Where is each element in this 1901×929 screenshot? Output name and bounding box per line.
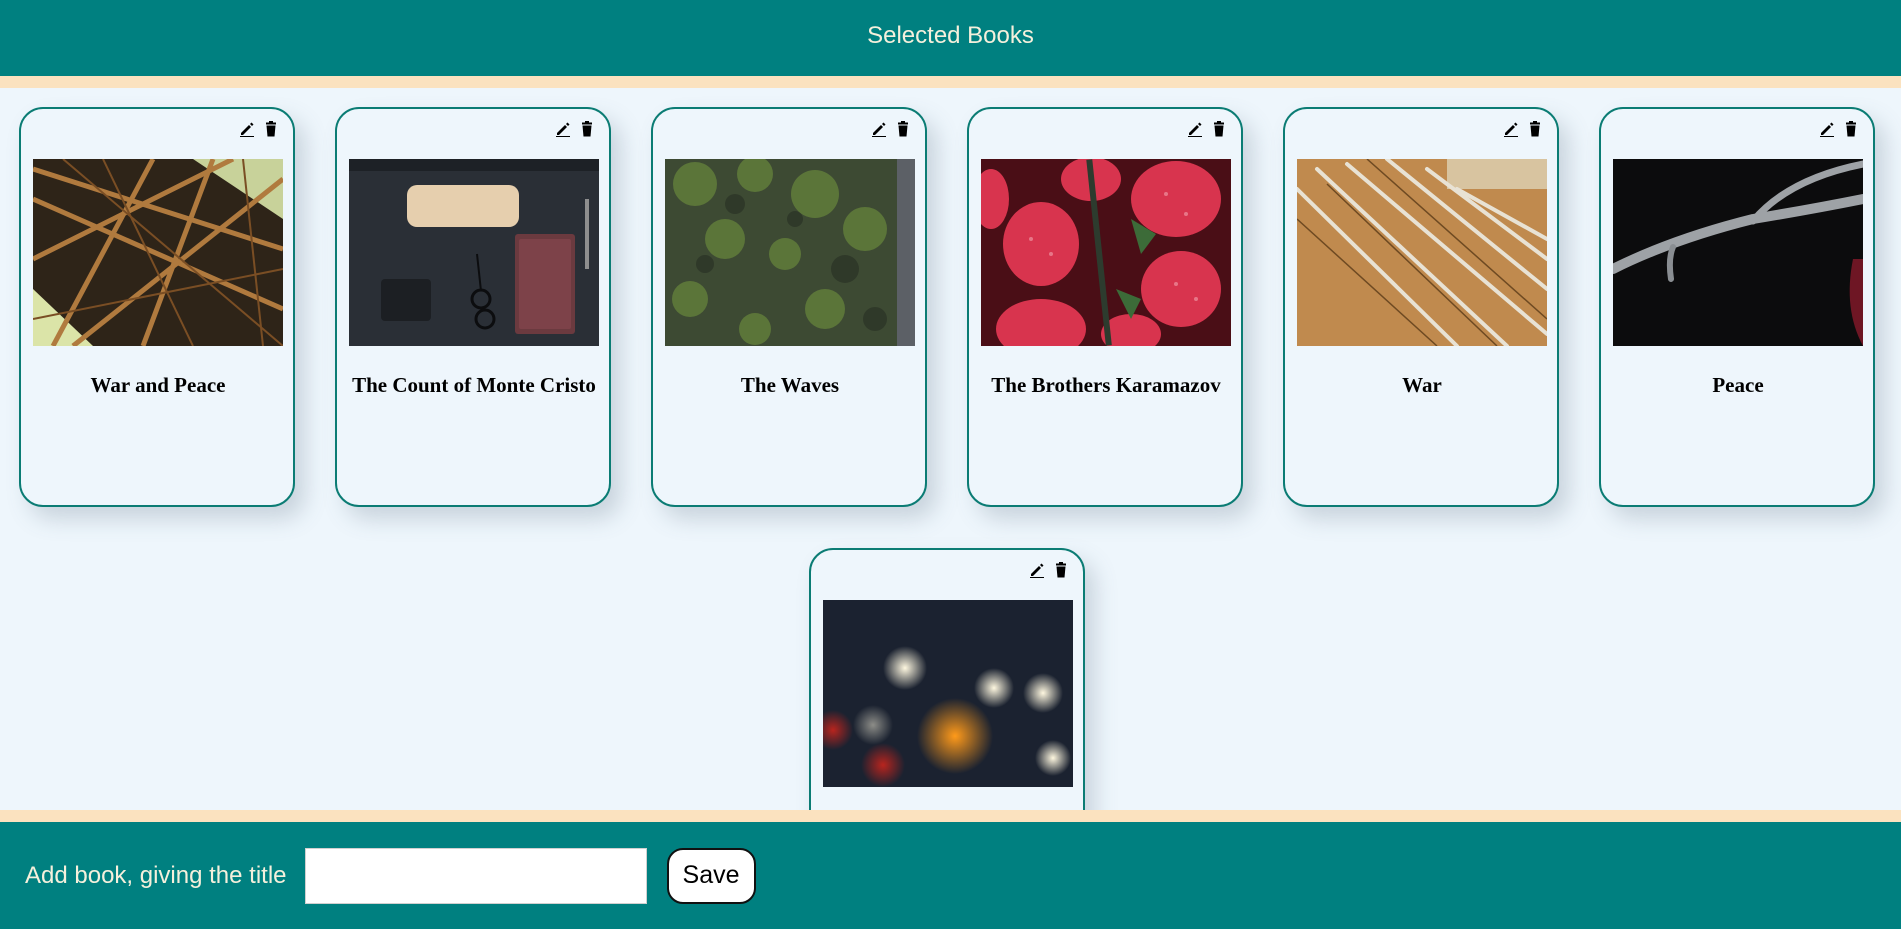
pencil-icon[interactable]	[555, 121, 571, 137]
pencil-icon[interactable]	[239, 121, 255, 137]
book-grid: War and Peace The Count of Monte Cristo …	[0, 88, 1901, 810]
book-title: War and Peace	[90, 373, 226, 397]
add-book-form: Add book, giving the title Save	[0, 822, 1901, 929]
book-list-area[interactable]: War and Peace The Count of Monte Cristo …	[0, 88, 1901, 810]
book-title: Peace	[1712, 373, 1764, 397]
pencil-icon[interactable]	[1187, 121, 1203, 137]
card-actions	[1029, 562, 1069, 578]
pencil-icon[interactable]	[871, 121, 887, 137]
book-title: The Waves	[740, 373, 840, 397]
add-book-label: Add book, giving the title	[25, 861, 287, 889]
book-title-input[interactable]	[304, 847, 647, 904]
book-card[interactable]: Peace	[1599, 107, 1875, 507]
book-cover-image	[823, 600, 1073, 787]
trash-icon[interactable]	[263, 121, 279, 137]
trash-icon[interactable]	[895, 121, 911, 137]
card-actions	[871, 121, 911, 137]
book-card[interactable]: The Count of Monte Cristo	[335, 107, 611, 507]
pencil-icon[interactable]	[1029, 562, 1045, 578]
book-cover-image	[981, 159, 1231, 346]
book-card[interactable]	[809, 548, 1085, 810]
trash-icon[interactable]	[1527, 121, 1543, 137]
footer-divider	[0, 810, 1901, 822]
pencil-icon[interactable]	[1503, 121, 1519, 137]
trash-icon[interactable]	[579, 121, 595, 137]
trash-icon[interactable]	[1211, 121, 1227, 137]
book-title: The Brothers Karamazov	[991, 373, 1221, 397]
book-title: The Count of Monte Cristo	[352, 373, 596, 397]
trash-icon[interactable]	[1843, 121, 1859, 137]
pencil-icon[interactable]	[1819, 121, 1835, 137]
card-actions	[239, 121, 279, 137]
trash-icon[interactable]	[1053, 562, 1069, 578]
book-cover-image	[1297, 159, 1547, 346]
card-actions	[1819, 121, 1859, 137]
app-header: Selected Books	[0, 0, 1901, 76]
book-cover-image	[1613, 159, 1863, 346]
book-cover-image	[33, 159, 283, 346]
book-cover-image	[665, 159, 915, 346]
card-actions	[1187, 121, 1227, 137]
book-card[interactable]: War	[1283, 107, 1559, 507]
card-actions	[1503, 121, 1543, 137]
page-title: Selected Books	[867, 22, 1034, 49]
book-cover-image	[349, 159, 599, 346]
book-card[interactable]: The Brothers Karamazov	[967, 107, 1243, 507]
save-button[interactable]: Save	[666, 847, 756, 904]
book-title: War	[1402, 373, 1442, 397]
book-card[interactable]: War and Peace	[19, 107, 295, 507]
book-card[interactable]: The Waves	[651, 107, 927, 507]
card-actions	[555, 121, 595, 137]
header-divider	[0, 76, 1901, 88]
